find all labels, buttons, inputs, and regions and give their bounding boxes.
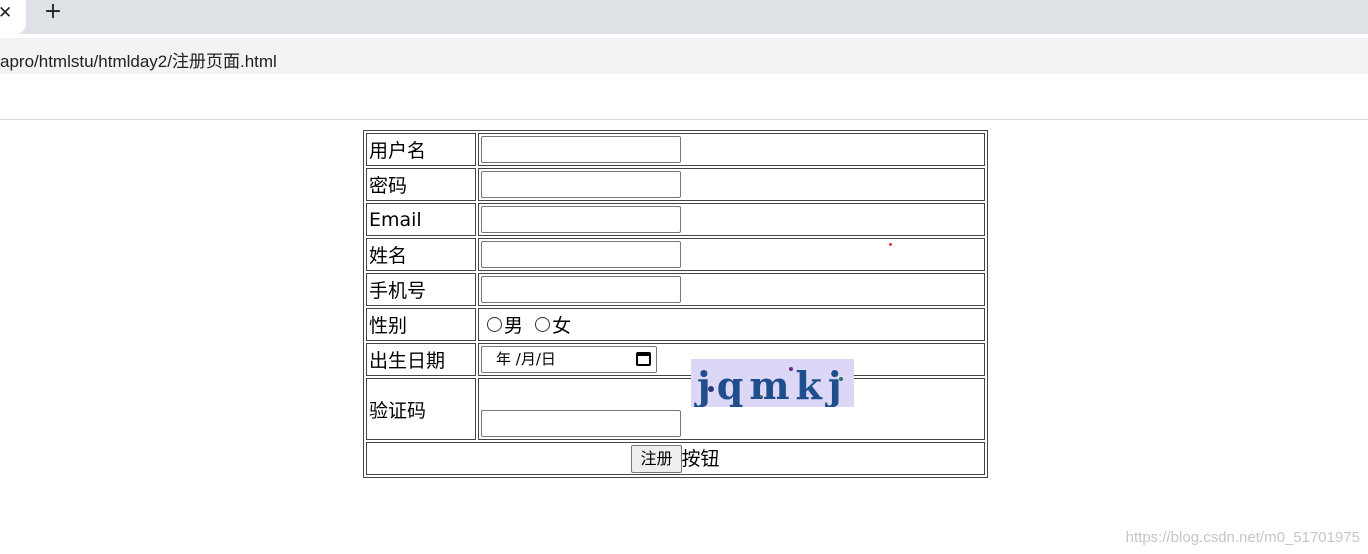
table-row: 性别 男 女 — [366, 308, 985, 341]
birthday-date-input[interactable]: 年 /月/日 — [481, 346, 657, 373]
birthday-placeholder: 年 /月/日 — [496, 350, 556, 368]
gender-label: 性别 — [366, 308, 476, 341]
email-label: Email — [366, 203, 476, 236]
name-input[interactable] — [481, 241, 681, 268]
browser-toolbar: apro/htmlstu/htmlday2/注册页面.html — [0, 34, 1368, 80]
table-row: Email — [366, 203, 985, 236]
table-row: 用户名 — [366, 133, 985, 166]
new-tab-icon[interactable]: + — [42, 1, 64, 23]
table-row: 验证码 jqmkj — [366, 359, 985, 440]
active-tab[interactable]: ✕ — [0, 0, 26, 34]
captcha-label: 验证码 — [366, 378, 476, 440]
table-row: 密码 — [366, 168, 985, 201]
password-label: 密码 — [366, 168, 476, 201]
address-url: apro/htmlstu/htmlday2/注册页面.html — [0, 52, 277, 71]
birthday-label: 出生日期 — [366, 343, 476, 376]
cursor-dot — [889, 243, 892, 246]
captcha-graphic: jqmkj — [694, 363, 848, 407]
captcha-input[interactable] — [481, 410, 681, 437]
captcha-image[interactable]: jqmkj — [691, 359, 855, 407]
calendar-icon[interactable] — [636, 352, 651, 366]
register-button-suffix: 按钮 — [681, 447, 720, 470]
gender-female-radio[interactable] — [535, 317, 551, 332]
username-input[interactable] — [481, 136, 681, 163]
table-row: 出生日期 年 /月/日 — [366, 343, 985, 376]
table-row: 注册 按钮 — [366, 442, 985, 475]
close-tab-icon[interactable]: ✕ — [0, 2, 16, 24]
address-bar[interactable]: apro/htmlstu/htmlday2/注册页面.html — [0, 38, 1368, 74]
watermark: https://blog.csdn.net/m0_51701975 — [1125, 529, 1360, 546]
tab-strip: ✕ + — [0, 0, 1368, 34]
gender-female-label: 女 — [552, 315, 572, 337]
captcha-text: jqmkj — [694, 363, 848, 407]
name-label: 姓名 — [366, 238, 476, 271]
phone-input[interactable] — [481, 276, 681, 303]
password-input[interactable] — [481, 171, 681, 198]
bookmarks-bar — [0, 80, 1368, 120]
page-content: 用户名 密码 Email 姓名 手机号 性别 男 女 出生日期 年 /月/日 验… — [0, 120, 1368, 554]
gender-male-radio[interactable] — [487, 317, 502, 332]
email-input[interactable] — [481, 206, 681, 233]
register-form-table: 用户名 密码 Email 姓名 手机号 性别 男 女 出生日期 年 /月/日 验… — [363, 130, 988, 478]
table-row: 姓名 — [366, 238, 985, 271]
table-row: 手机号 — [366, 273, 985, 306]
phone-label: 手机号 — [366, 273, 476, 306]
username-label: 用户名 — [366, 133, 476, 166]
register-button[interactable]: 注册 — [631, 445, 682, 474]
gender-male-label: 男 — [504, 315, 524, 337]
